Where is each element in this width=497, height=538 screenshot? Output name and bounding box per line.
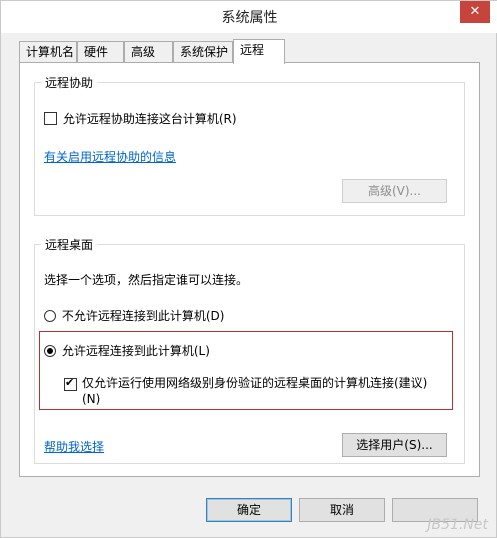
cancel-button[interactable]: 取消	[299, 498, 385, 522]
advanced-button[interactable]: 高级(V)...	[342, 179, 447, 203]
window-title: 系统属性	[221, 10, 278, 26]
remote-assistance-group: 远程协助 允许远程协助连接这台计算机(R) 有关启用远程协助的信息 高级(V).…	[34, 74, 465, 216]
close-icon: ✕	[469, 4, 481, 19]
tab-remote[interactable]: 远程	[233, 39, 285, 64]
radio-deny[interactable]	[44, 309, 56, 322]
remote-assistance-label: 远程协助	[41, 74, 98, 91]
remote-assistance-checkbox[interactable]	[44, 112, 57, 125]
tab-system-protection[interactable]: 系统保护	[173, 41, 233, 63]
tab-computer-name[interactable]: 计算机名	[19, 41, 77, 63]
remote-desktop-group: 远程桌面 选择一个选项，然后指定谁可以连接。 不允许远程连接到此计算机(D) 允…	[34, 236, 465, 464]
select-users-button[interactable]: 选择用户(S)...	[342, 433, 447, 457]
option-deny-label[interactable]: 不允许远程连接到此计算机(D)	[62, 309, 225, 323]
remote-desktop-label: 远程桌面	[41, 236, 98, 253]
nla-label-line2[interactable]: (N)	[82, 392, 100, 407]
remote-tab-panel: 远程协助 允许远程协助连接这台计算机(R) 有关启用远程协助的信息 高级(V).…	[19, 62, 480, 477]
tab-advanced[interactable]: 高级	[124, 41, 173, 63]
system-properties-window: 系统属性 ✕ 计算机名 硬件 高级 系统保护 远程 远程协助 允许远程协助连接这…	[0, 0, 497, 538]
remote-assistance-checkbox-label[interactable]: 允许远程协助连接这台计算机(R)	[63, 112, 237, 126]
help-me-choose-link[interactable]: 帮助我选择	[44, 438, 104, 455]
remote-desktop-instruction: 选择一个选项，然后指定谁可以连接。	[44, 273, 249, 287]
nla-checkbox[interactable]	[64, 376, 77, 391]
radio-allow[interactable]	[44, 344, 56, 357]
option-allow-label[interactable]: 允许远程连接到此计算机(L)	[62, 344, 210, 358]
remote-assistance-checkbox-row[interactable]: 允许远程协助连接这台计算机(R)	[44, 110, 237, 127]
close-button[interactable]: ✕	[460, 1, 490, 23]
ok-button[interactable]: 确定	[206, 498, 292, 522]
remote-assistance-info-link[interactable]: 有关启用远程协助的信息	[44, 148, 176, 165]
title-bar: 系统属性 ✕	[1, 1, 497, 33]
watermark: JB51.Net	[427, 517, 488, 533]
option-deny-row[interactable]: 不允许远程连接到此计算机(D)	[44, 307, 224, 324]
nla-label-line1[interactable]: 仅允许运行使用网络级别身份验证的远程桌面的计算机连接(建议)	[82, 376, 427, 391]
tab-hardware[interactable]: 硬件	[77, 41, 124, 63]
option-allow-row[interactable]: 允许远程连接到此计算机(L)	[44, 342, 210, 359]
